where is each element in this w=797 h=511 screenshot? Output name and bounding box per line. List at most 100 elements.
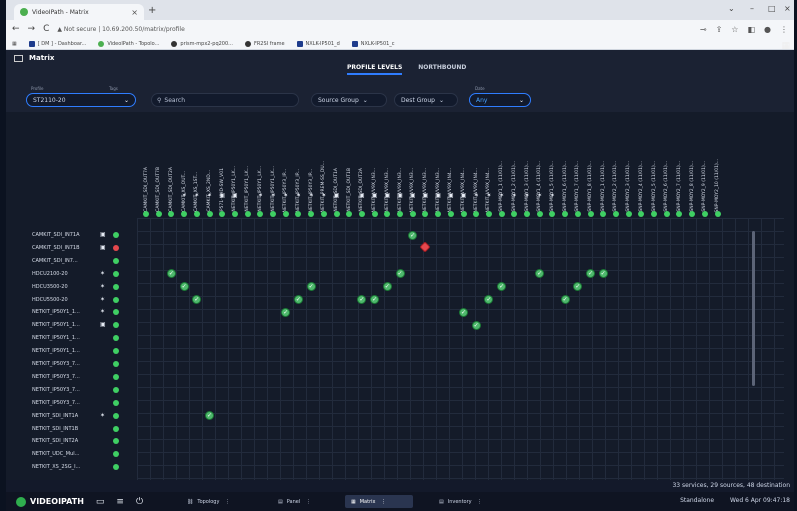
more-icon[interactable]: ⋮ (304, 499, 311, 505)
taskbar-tab-topology[interactable]: ⛓ Topology ⋮ (181, 495, 236, 508)
column-header[interactable]: SNP-MOY2_10 (11/01)... (712, 120, 724, 212)
more-icon[interactable]: ⋮ (476, 499, 482, 505)
taskbar-tab-matrix[interactable]: ▦ Matrix ⋮ (345, 495, 413, 508)
row-header[interactable]: NETKIT_IP50Y3_7... (32, 397, 112, 409)
column-header[interactable]: CAMKIT_SDI_OUT7A (140, 120, 152, 212)
column-header[interactable]: SNP-MOY2_2 (11/01)... (610, 120, 622, 212)
lock-icon: ▣ (397, 192, 403, 199)
column-header[interactable]: SNP-MOY2_9 (11/01)... (699, 120, 711, 212)
column-header[interactable]: SNP-MOY1_8 (11/01)... (585, 120, 597, 212)
hamburger-icon[interactable]: ≡ (116, 497, 124, 507)
source-group-select[interactable]: Source Group ⌄ (311, 93, 387, 107)
star-icon[interactable]: ☆ (731, 25, 738, 34)
browser-tab[interactable]: VideoIPath - Matrix × (14, 4, 144, 20)
share-icon[interactable]: ⇪ (716, 25, 723, 34)
column-header-label: CAMKIT_SDI_OUT7A (143, 167, 149, 212)
bookmark-icon (244, 40, 251, 47)
column-header[interactable]: SNP-MOY2_7 (11/01)... (673, 120, 685, 212)
column-header[interactable]: SNP-MOY2_8 (11/01)... (686, 120, 698, 212)
extensions-icon[interactable]: ◧ (747, 25, 755, 34)
column-header[interactable]: SNP-MOY2_5 (11/01)... (648, 120, 660, 212)
date-label: Date (475, 86, 485, 91)
row-header[interactable]: NETKIT_IP50Y1_1... (32, 345, 112, 357)
taskbar-tab-inventory[interactable]: ▤ Inventory ⋮ (433, 495, 488, 508)
column-header-label: SNP-MOY2_7 (11/01)... (676, 161, 682, 212)
tab-profile-levels[interactable]: PROFILE LEVELS (347, 64, 403, 75)
profile-icon[interactable]: ● (764, 25, 771, 34)
url-field[interactable]: ▲ Not secure | 10.69.200.50/matrix/profi… (57, 26, 184, 33)
connection-ok-icon[interactable]: ✓ (471, 320, 481, 330)
bookmark-item[interactable]: VideoIPath - Topolo... (98, 40, 159, 47)
bookmark-item[interactable]: NXLK-IP501_c (351, 40, 395, 47)
bookmark-item[interactable]: FR2SI frame (244, 40, 285, 47)
more-icon[interactable]: ⋮ (223, 499, 230, 505)
column-header[interactable]: NETKIT_IP50Y1_LK... (242, 120, 254, 212)
bookmark-item[interactable]: prism-mpx2-pq200... (171, 40, 233, 47)
more-icon[interactable]: ⋮ (379, 499, 386, 505)
connection-ok-icon[interactable]: ✓ (408, 230, 418, 240)
column-header[interactable]: SNP-MOY2_4 (11/01)... (635, 120, 647, 212)
apps-icon[interactable]: ▦ (12, 41, 17, 47)
column-header-label: SNP-MOY2_4 (11/01)... (638, 161, 644, 212)
row-header[interactable]: NETKIT_IP50Y3_7... (32, 384, 112, 396)
grid-view-icon[interactable]: ▦ (781, 41, 790, 51)
collapse-icon[interactable]: ⌄ (728, 4, 735, 13)
close-window-icon[interactable]: × (784, 4, 791, 13)
bookmark-icon (351, 40, 358, 47)
taskbar-tab-label: Panel (286, 498, 301, 505)
lock-icon: ▣ (409, 192, 416, 199)
column-header-label: NETKIT_VV9X_IN4... (473, 167, 479, 212)
tab-northbound[interactable]: NORTHBOUND (418, 64, 466, 75)
column-header[interactable]: CAMKIT_SDI_OUT2A (165, 120, 177, 212)
taskbar-tab-panel[interactable]: ▤ Panel ⋮ (272, 495, 317, 508)
row-header[interactable]: NETKIT_IP50Y1_1... (32, 332, 112, 344)
maximize-icon[interactable]: □ (768, 4, 776, 13)
key-icon[interactable]: ⊸ (700, 25, 707, 34)
connection-ok-icon[interactable]: ✓ (306, 282, 316, 292)
forward-icon[interactable]: → (28, 24, 36, 34)
column-header[interactable]: SNP-MOY1_7 (11/01)... (572, 120, 584, 212)
minimize-icon[interactable]: – (750, 4, 754, 13)
person-running-icon: ✶ (100, 308, 106, 316)
connection-ok-icon[interactable]: ✓ (560, 295, 570, 304)
bookmark-label: prism-mpx2-pq200... (180, 40, 233, 47)
new-tab-icon[interactable]: + (148, 5, 156, 16)
column-header[interactable]: SNP-MOY1_6 (11/01)... (559, 120, 571, 212)
column-header[interactable]: SNP-MOY2_6 (11/01)... (661, 120, 673, 212)
row-header[interactable]: NETKIT_IP50Y3_7... (32, 371, 112, 383)
column-header[interactable]: CAMKIT_SDI_OUT7B (153, 120, 165, 212)
reload-icon[interactable]: C (43, 24, 49, 34)
vertical-scrollbar[interactable] (752, 231, 755, 386)
row-header[interactable]: NETKIT_SDI_INT2A (32, 435, 112, 447)
connection-ok-icon[interactable]: ✓ (382, 282, 392, 292)
row-header[interactable]: NETKIT_IP50Y3_7... (32, 358, 112, 370)
row-header[interactable]: NETKIT_UDC_Mul... (32, 448, 112, 460)
search-input[interactable]: ⚲ Search (151, 93, 299, 107)
column-header[interactable]: NETKIT_SDI_OUT1B (343, 120, 355, 212)
row-header[interactable]: NETKIT_XS_2SG_I... (32, 461, 112, 473)
connection-ok-icon[interactable]: ✓ (598, 269, 608, 279)
row-header[interactable]: CAMKIT_SDI_IN7... (32, 255, 112, 267)
column-header[interactable]: SNP-MOY2_3 (11/01)... (623, 120, 635, 212)
bookmark-item[interactable]: [ DM ] - Dashboar... (28, 40, 86, 47)
person-running-icon: ✶ (257, 192, 263, 199)
dest-group-select[interactable]: Dest Group ⌄ (394, 93, 458, 107)
back-icon[interactable]: ← (12, 24, 20, 34)
menu-icon[interactable]: ⋮ (780, 25, 788, 34)
profile-select[interactable]: ST2110-20 ⌄ (26, 93, 136, 107)
connection-ok-icon[interactable]: ✓ (179, 282, 189, 292)
matrix-grid[interactable] (137, 218, 784, 480)
row-header[interactable]: NETKIT_SDI_INT1B (32, 423, 112, 435)
connection-ok-icon[interactable]: ✓ (293, 295, 303, 304)
close-tab-icon[interactable]: × (131, 8, 138, 17)
row-status-dot (113, 386, 119, 393)
date-select[interactable]: Any ⌄ (469, 93, 531, 107)
bookmark-item[interactable]: NXLK-IP501_d (296, 40, 340, 47)
column-header[interactable]: SNP-MOY2_1 (11/01)... (597, 120, 609, 212)
power-icon[interactable]: ⏻ (136, 497, 143, 507)
connection-ok-icon[interactable]: ✓ (459, 307, 468, 317)
monitor-icon[interactable]: ▭ (96, 497, 105, 507)
connection-ok-icon[interactable]: ✓ (395, 269, 405, 279)
column-header-label: NETKIT_VV9X_IN3... (372, 167, 378, 212)
column-header-label: NETKIT_VV9X_IN4... (461, 167, 466, 212)
